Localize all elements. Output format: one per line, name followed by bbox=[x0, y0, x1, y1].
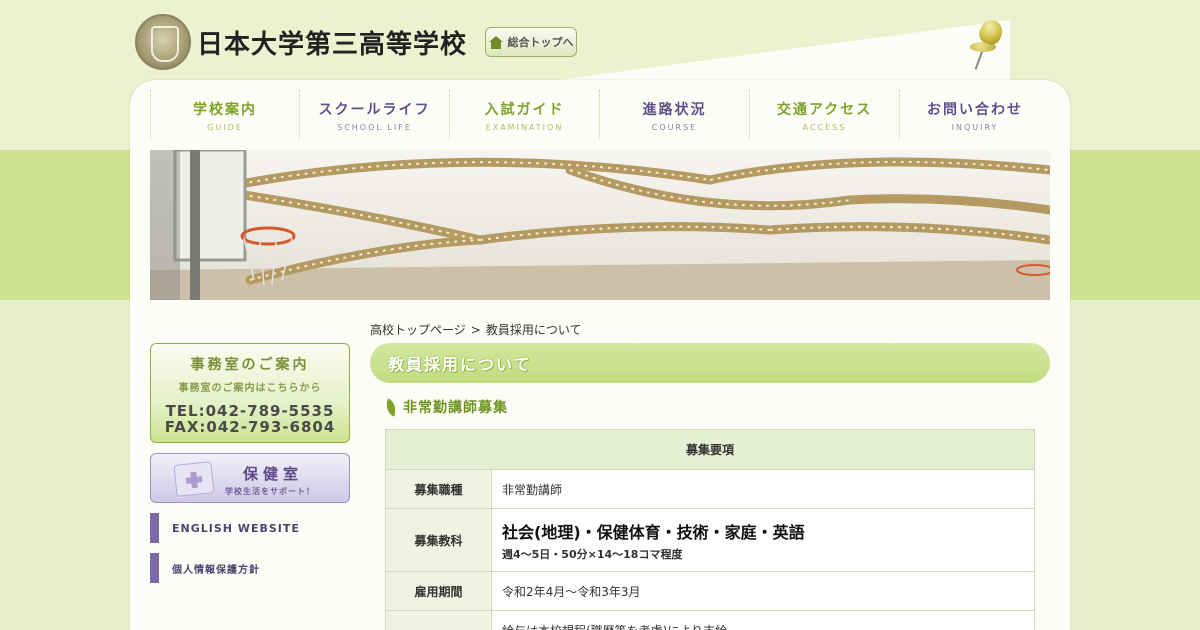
section-title: 非常勤講師募集 bbox=[403, 400, 508, 416]
school-name: 日本大学第三高等学校 bbox=[197, 29, 468, 60]
nav-item-sublabel: INQUIRY bbox=[951, 122, 999, 132]
table-row: 募集教科 社会(地理)・保健体育・技術・家庭・英語 週4～5日・50分×14～1… bbox=[385, 508, 1035, 572]
nav-item-course[interactable]: 進路状況 COURSE bbox=[600, 90, 750, 140]
school-logo[interactable]: 日本大学第三高等学校 bbox=[135, 14, 467, 70]
school-crest-icon bbox=[135, 14, 191, 70]
page-title-bar: 教員採用について bbox=[370, 343, 1050, 383]
nav-item-inquiry[interactable]: お問い合わせ INQUIRY bbox=[900, 90, 1050, 140]
office-tel: TEL:042-789-5535 bbox=[165, 402, 335, 420]
nav-item-label: 交通アクセス bbox=[776, 101, 873, 118]
row-value: 令和2年4月～令和3年3月 bbox=[491, 571, 1035, 611]
general-top-button-label: 総合トップへ bbox=[507, 36, 574, 49]
nav-item-sublabel: EXAMINATION bbox=[485, 122, 564, 132]
first-aid-kit-icon bbox=[173, 461, 215, 497]
subjects-text: 社会(地理)・保健体育・技術・家庭・英語 bbox=[502, 522, 805, 542]
row-label: 募集職種 bbox=[385, 469, 492, 509]
nav-item-label: 入試ガイド bbox=[484, 101, 565, 118]
nav-item-label: お問い合わせ bbox=[927, 101, 1023, 118]
english-website-link[interactable]: ENGLISH WEBSITE bbox=[150, 513, 350, 543]
hero-image bbox=[150, 150, 1050, 300]
office-info-banner[interactable]: 事務室のご案内 事務室のご案内はこちらから TEL:042-789-5535 F… bbox=[150, 343, 350, 443]
general-top-button[interactable]: 総合トップへ bbox=[485, 27, 577, 57]
home-icon bbox=[488, 35, 504, 49]
page-title: 教員採用について bbox=[388, 355, 532, 374]
nav-item-label: 進路状況 bbox=[642, 101, 707, 118]
global-nav: 学校案内 GUIDE スクールライフ SCHOOL LIFE 入試ガイド EXA… bbox=[150, 90, 1050, 140]
table-row: 給与は本校規程(職歴等を考慮)により支給 bbox=[385, 610, 1035, 630]
breadcrumb-current: 教員採用について bbox=[485, 323, 582, 337]
health-room-title: 保健室 bbox=[243, 465, 304, 483]
recruitment-table: 募集要項 募集職種 非常勤講師 募集教科 社会(地理)・保健体育・技術・家庭・英… bbox=[385, 429, 1035, 630]
office-fax: FAX:042-793-6804 bbox=[164, 418, 336, 436]
section-heading: 非常勤講師募集 bbox=[382, 397, 508, 417]
table-header: 募集要項 bbox=[385, 429, 1035, 470]
office-title: 事務室のご案内 bbox=[190, 357, 310, 373]
office-subtitle: 事務室のご案内はこちらから bbox=[178, 383, 322, 394]
gymnasium-roof-image bbox=[150, 150, 1050, 300]
row-label: 募集教科 bbox=[385, 508, 492, 572]
pushpin-icon bbox=[966, 16, 1006, 72]
nav-item-sublabel: ACCESS bbox=[802, 122, 847, 132]
health-room-subtitle: 学校生活をサポート！ bbox=[225, 487, 315, 496]
breadcrumb: 高校トップページ > 教員採用について bbox=[370, 321, 581, 338]
nav-item-label: 学校案内 bbox=[193, 101, 257, 118]
nav-item-guide[interactable]: 学校案内 GUIDE bbox=[150, 90, 300, 140]
row-label bbox=[385, 610, 492, 630]
breadcrumb-separator: > bbox=[470, 323, 481, 337]
nav-item-sublabel: GUIDE bbox=[207, 122, 243, 132]
nav-item-sublabel: COURSE bbox=[651, 122, 698, 132]
row-value: 給与は本校規程(職歴等を考慮)により支給 bbox=[491, 610, 1035, 630]
health-room-banner[interactable]: 保健室 学校生活をサポート！ bbox=[150, 453, 350, 503]
nav-item-examination[interactable]: 入試ガイド EXAMINATION bbox=[450, 90, 600, 140]
table-row: 募集職種 非常勤講師 bbox=[385, 469, 1035, 509]
nav-item-sublabel: SCHOOL LIFE bbox=[337, 122, 412, 132]
leaf-icon bbox=[382, 397, 400, 417]
row-label: 雇用期間 bbox=[385, 571, 492, 611]
row-value: 社会(地理)・保健体育・技術・家庭・英語 週4～5日・50分×14～18コマ程度 bbox=[491, 508, 1035, 572]
nav-item-access[interactable]: 交通アクセス ACCESS bbox=[750, 90, 900, 140]
nav-item-school-life[interactable]: スクールライフ SCHOOL LIFE bbox=[300, 90, 450, 140]
breadcrumb-home-link[interactable]: 高校トップページ bbox=[370, 323, 466, 337]
row-value: 非常勤講師 bbox=[491, 469, 1035, 509]
table-row: 雇用期間 令和2年4月～令和3年3月 bbox=[385, 571, 1035, 611]
nav-item-label: スクールライフ bbox=[318, 101, 431, 118]
privacy-policy-link[interactable]: 個人情報保護方針 bbox=[150, 553, 350, 583]
subjects-note: 週4～5日・50分×14～18コマ程度 bbox=[502, 547, 683, 561]
